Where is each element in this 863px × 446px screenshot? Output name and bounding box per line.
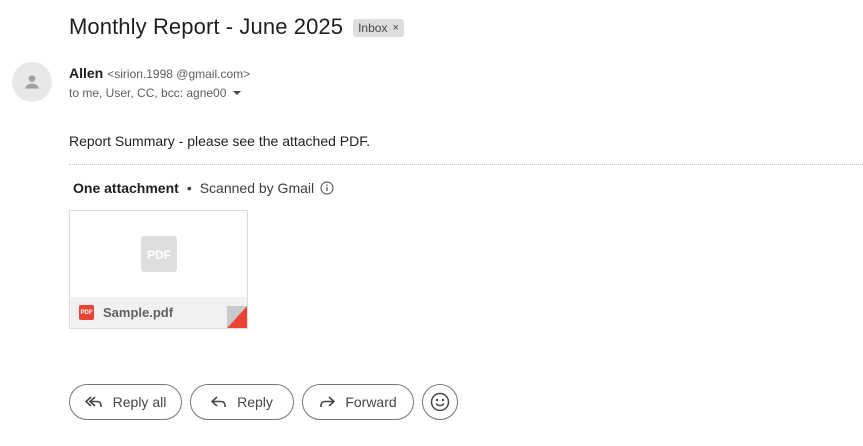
label-chip-text: Inbox [358, 21, 388, 35]
attachment-file-name: Sample.pdf [103, 305, 174, 320]
sender-line: Allen <sirion.1998 @gmail.com> [69, 65, 250, 81]
reply-label: Reply [237, 394, 273, 410]
email-subject: Monthly Report - June 2025 [69, 14, 344, 39]
reply-icon [211, 395, 227, 409]
smiley-icon [430, 392, 450, 412]
label-chip-inbox[interactable]: Inbox × [353, 19, 404, 37]
page-fold-icon [207, 306, 247, 328]
pdf-file-icon: PDF [79, 305, 94, 320]
reply-button[interactable]: Reply [190, 384, 294, 420]
recipients-line: to me, User, CC, bcc: agne00 [69, 86, 242, 100]
info-icon[interactable] [320, 181, 334, 195]
attachment-card[interactable]: PDF PDF Sample.pdf [69, 210, 248, 329]
email-body: Report Summary - please see the attached… [69, 133, 371, 149]
reply-all-icon [84, 395, 103, 409]
attachment-preview: PDF [70, 211, 247, 297]
subject-row: Monthly Report - June 2025 Inbox × [69, 14, 404, 40]
header-separator: • [186, 180, 192, 196]
pdf-preview-label: PDF [147, 248, 171, 262]
reply-all-label: Reply all [112, 394, 167, 410]
sender-avatar[interactable] [12, 62, 52, 102]
sender-email: <sirion.1998 @gmail.com> [107, 67, 251, 81]
show-details-dropdown-icon[interactable] [232, 90, 242, 96]
recipients-text: to me, User, CC, bcc: agne00 [69, 86, 227, 100]
attachments-header: One attachment • Scanned by Gmail [73, 180, 334, 196]
attachment-count: One attachment [73, 180, 179, 196]
attachments-divider [69, 164, 863, 165]
remove-label-icon[interactable]: × [392, 22, 398, 34]
person-icon [25, 75, 39, 89]
scanned-by-gmail-label: Scanned by Gmail [199, 180, 315, 196]
forward-button[interactable]: Forward [302, 384, 414, 420]
reply-all-button[interactable]: Reply all [69, 384, 182, 420]
forward-icon [319, 395, 336, 409]
pdf-preview-icon: PDF [140, 236, 177, 272]
sender-name[interactable]: Allen [69, 65, 103, 81]
emoji-reaction-button[interactable] [422, 384, 458, 420]
forward-label: Forward [345, 394, 397, 410]
